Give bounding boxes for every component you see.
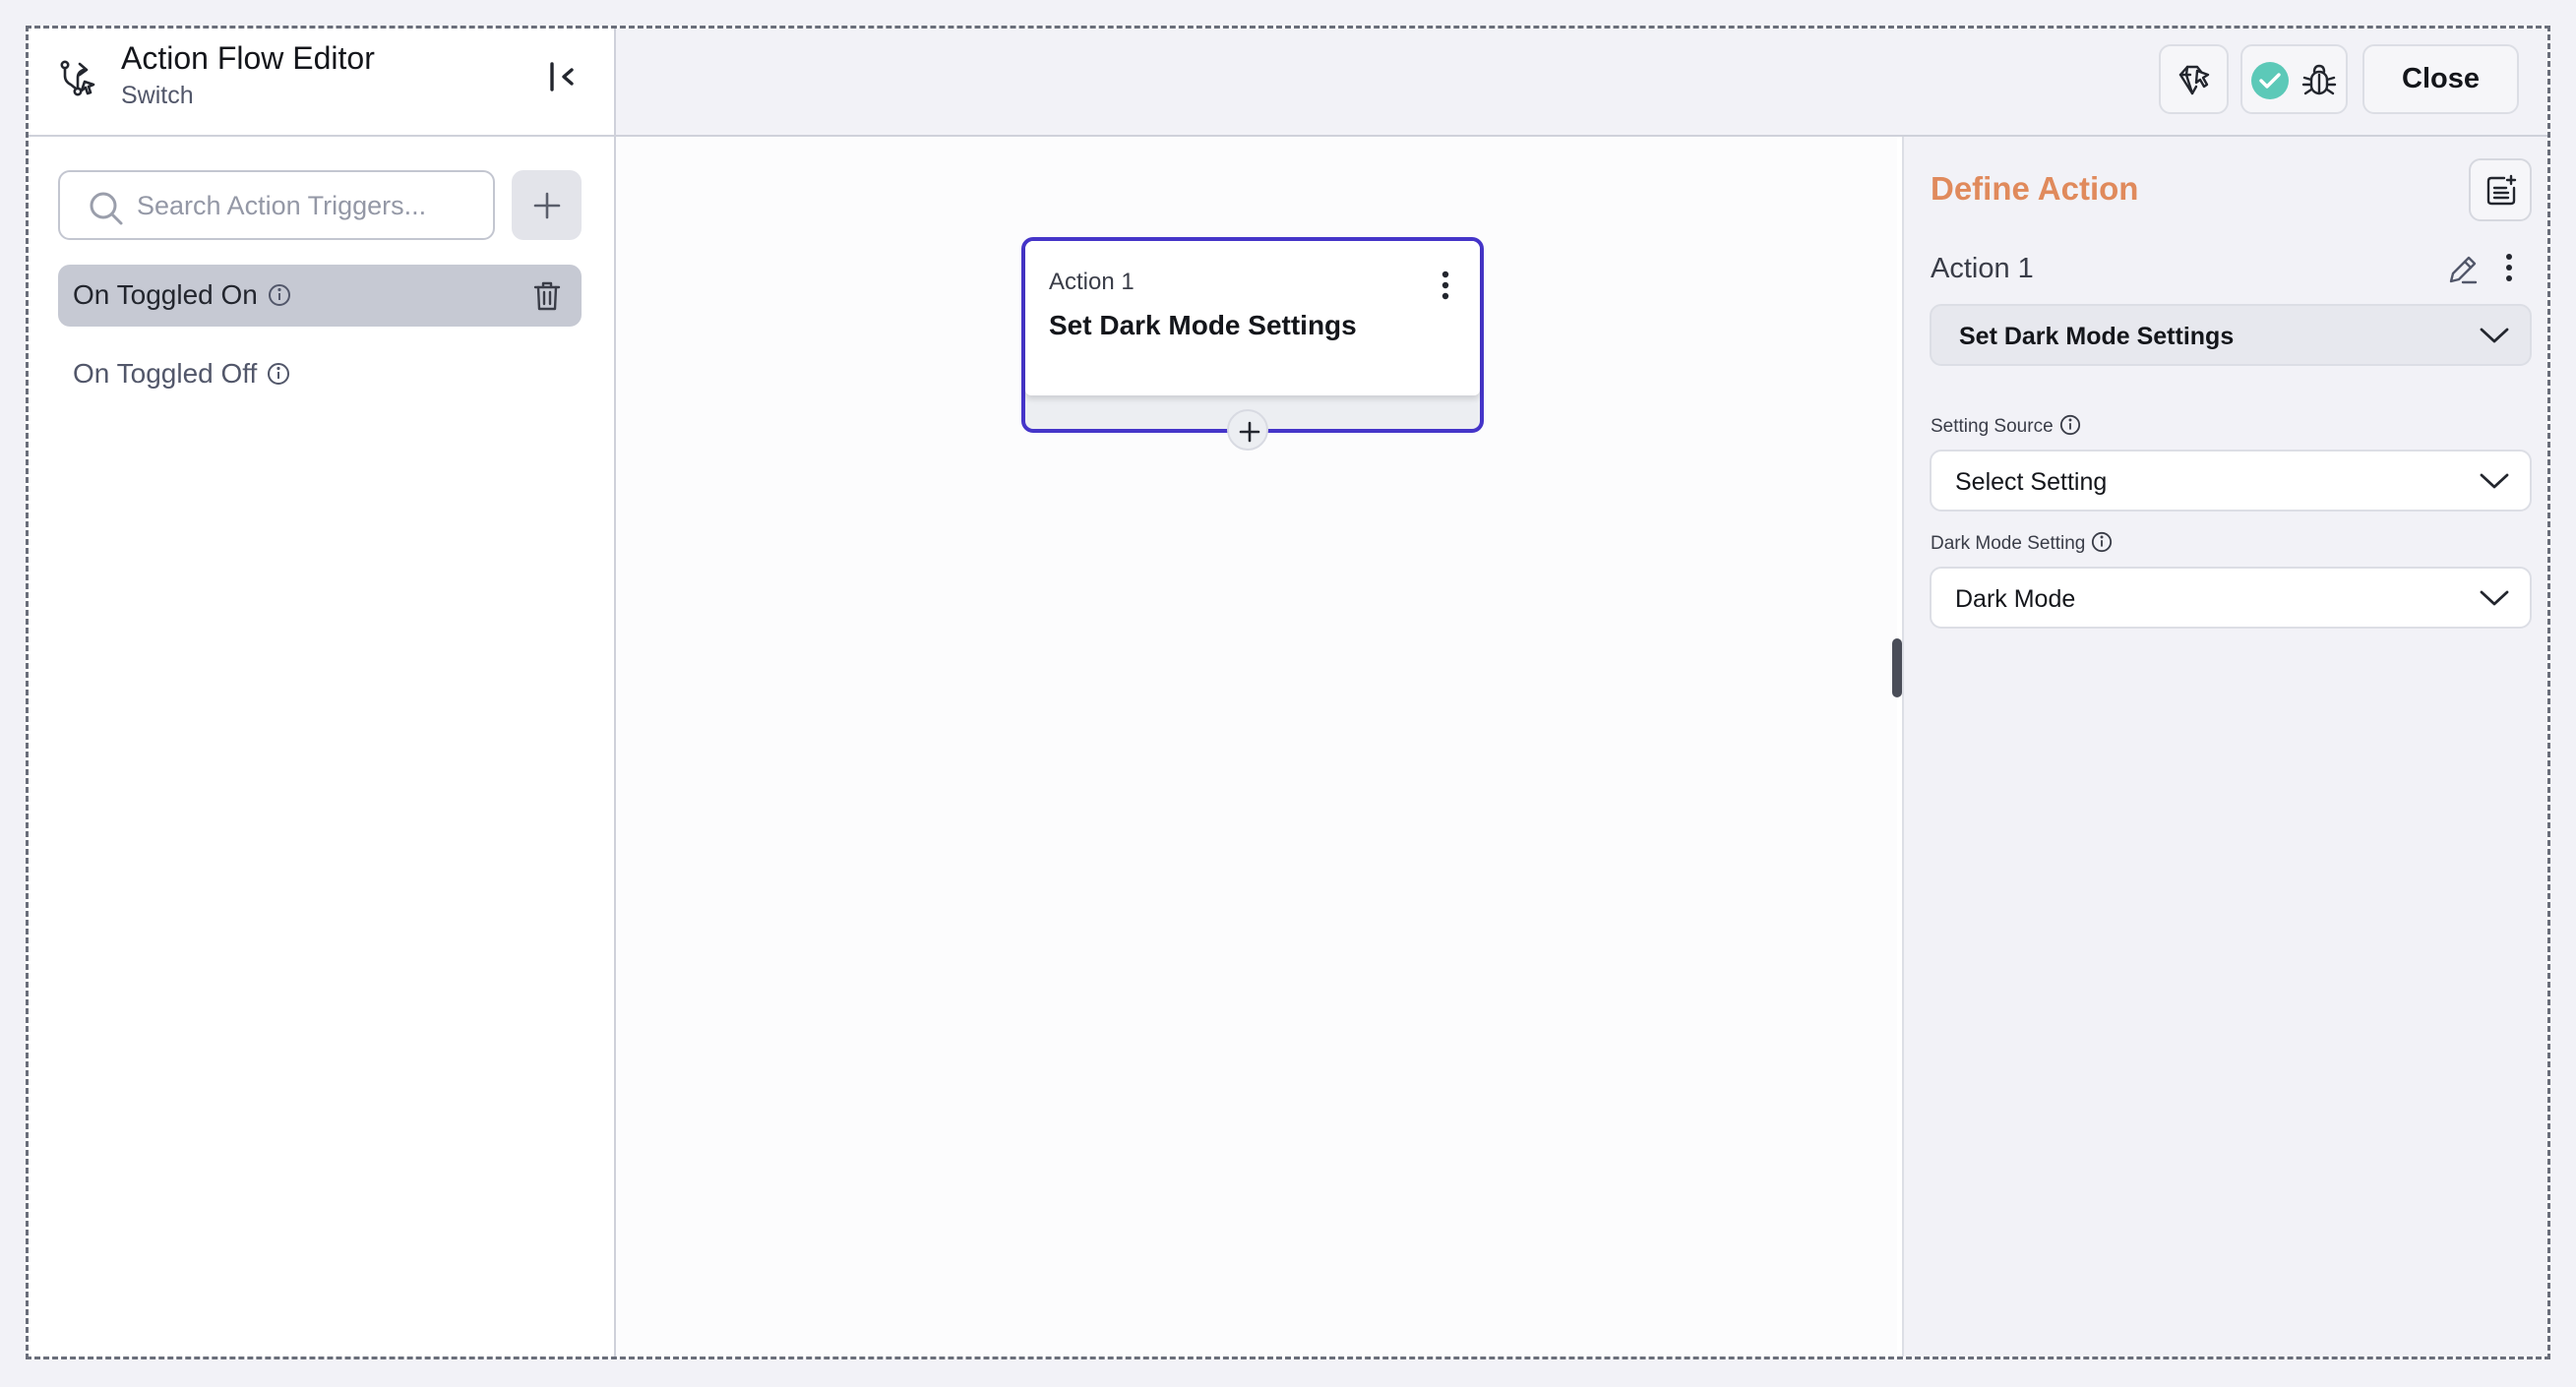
action-flow-editor-frame: Action Flow Editor Switch Search Action … bbox=[26, 26, 2550, 1359]
field-label-dark-mode-setting: Dark Mode Setting bbox=[1931, 531, 2113, 555]
action-node-label: Action 1 bbox=[1049, 269, 1135, 295]
sidebar-header: Action Flow Editor Switch bbox=[29, 29, 614, 137]
search-icon bbox=[88, 190, 125, 227]
field-label-text: Dark Mode Setting bbox=[1931, 533, 2086, 555]
flow-icon bbox=[58, 58, 97, 97]
field-label-text: Setting Source bbox=[1931, 416, 2054, 438]
plus-icon bbox=[1239, 421, 1260, 443]
more-vertical-icon[interactable] bbox=[2504, 253, 2514, 282]
search-box bbox=[58, 170, 495, 240]
sidebar: Action Flow Editor Switch Search Action … bbox=[29, 29, 616, 1357]
trigger-label: On Toggled On bbox=[73, 279, 258, 310]
define-action-panel: Define Action Action 1 Set Dark Mode Set… bbox=[1902, 137, 2547, 1357]
action-name: Action 1 bbox=[1931, 253, 2034, 284]
action-type-value: Set Dark Mode Settings bbox=[1959, 323, 2235, 350]
edit-icon[interactable] bbox=[2446, 253, 2480, 286]
chevron-down-icon bbox=[2479, 469, 2510, 493]
info-icon[interactable] bbox=[267, 362, 290, 386]
collapse-sidebar-icon[interactable] bbox=[544, 58, 583, 97]
bug-icon[interactable] bbox=[2300, 61, 2339, 100]
more-vertical-icon[interactable] bbox=[1441, 271, 1450, 300]
chevron-down-icon bbox=[2479, 586, 2510, 610]
action-node-card: Action 1 Set Dark Mode Settings bbox=[1025, 241, 1480, 395]
app-title: Action Flow Editor bbox=[121, 40, 375, 76]
ai-agent-icon bbox=[2178, 65, 2210, 95]
add-action-button[interactable] bbox=[1227, 409, 1268, 451]
info-icon[interactable] bbox=[2091, 531, 2113, 553]
info-icon[interactable] bbox=[2059, 414, 2081, 436]
panel-resize-handle[interactable] bbox=[1892, 638, 1902, 697]
top-toolbar: Close bbox=[616, 29, 2547, 137]
check-circle-icon[interactable] bbox=[2250, 61, 2290, 100]
trigger-item-on-toggled-off[interactable]: On Toggled Off bbox=[58, 343, 582, 405]
doc-add-button[interactable] bbox=[2469, 158, 2532, 221]
status-debug-group bbox=[2240, 44, 2348, 114]
ai-agent-button[interactable] bbox=[2159, 44, 2229, 114]
doc-add-icon bbox=[2486, 174, 2517, 206]
field-label-setting-source: Setting Source bbox=[1931, 414, 2081, 438]
add-trigger-button[interactable] bbox=[512, 170, 582, 240]
info-icon[interactable] bbox=[268, 283, 291, 307]
search-input[interactable] bbox=[137, 182, 481, 229]
trash-icon[interactable] bbox=[532, 280, 562, 312]
dark-mode-setting-dropdown[interactable]: Dark Mode bbox=[1930, 567, 2532, 629]
chevron-down-icon bbox=[2479, 324, 2510, 347]
app-subtitle: Switch bbox=[121, 82, 194, 109]
trigger-item-on-toggled-on[interactable]: On Toggled On bbox=[58, 265, 582, 327]
action-node-title: Set Dark Mode Settings bbox=[1049, 310, 1357, 340]
action-node[interactable]: Action 1 Set Dark Mode Settings bbox=[1021, 237, 1484, 451]
panel-title: Define Action bbox=[1931, 170, 2139, 207]
action-type-dropdown[interactable]: Set Dark Mode Settings bbox=[1930, 304, 2532, 366]
close-button[interactable]: Close bbox=[2362, 44, 2519, 114]
trigger-label: On Toggled Off bbox=[73, 358, 258, 389]
plus-icon bbox=[533, 192, 561, 219]
setting-source-value: Select Setting bbox=[1955, 468, 2108, 496]
dark-mode-setting-value: Dark Mode bbox=[1955, 585, 2076, 613]
setting-source-dropdown[interactable]: Select Setting bbox=[1930, 450, 2532, 512]
flow-canvas[interactable]: Action 1 Set Dark Mode Settings bbox=[616, 137, 1897, 1357]
